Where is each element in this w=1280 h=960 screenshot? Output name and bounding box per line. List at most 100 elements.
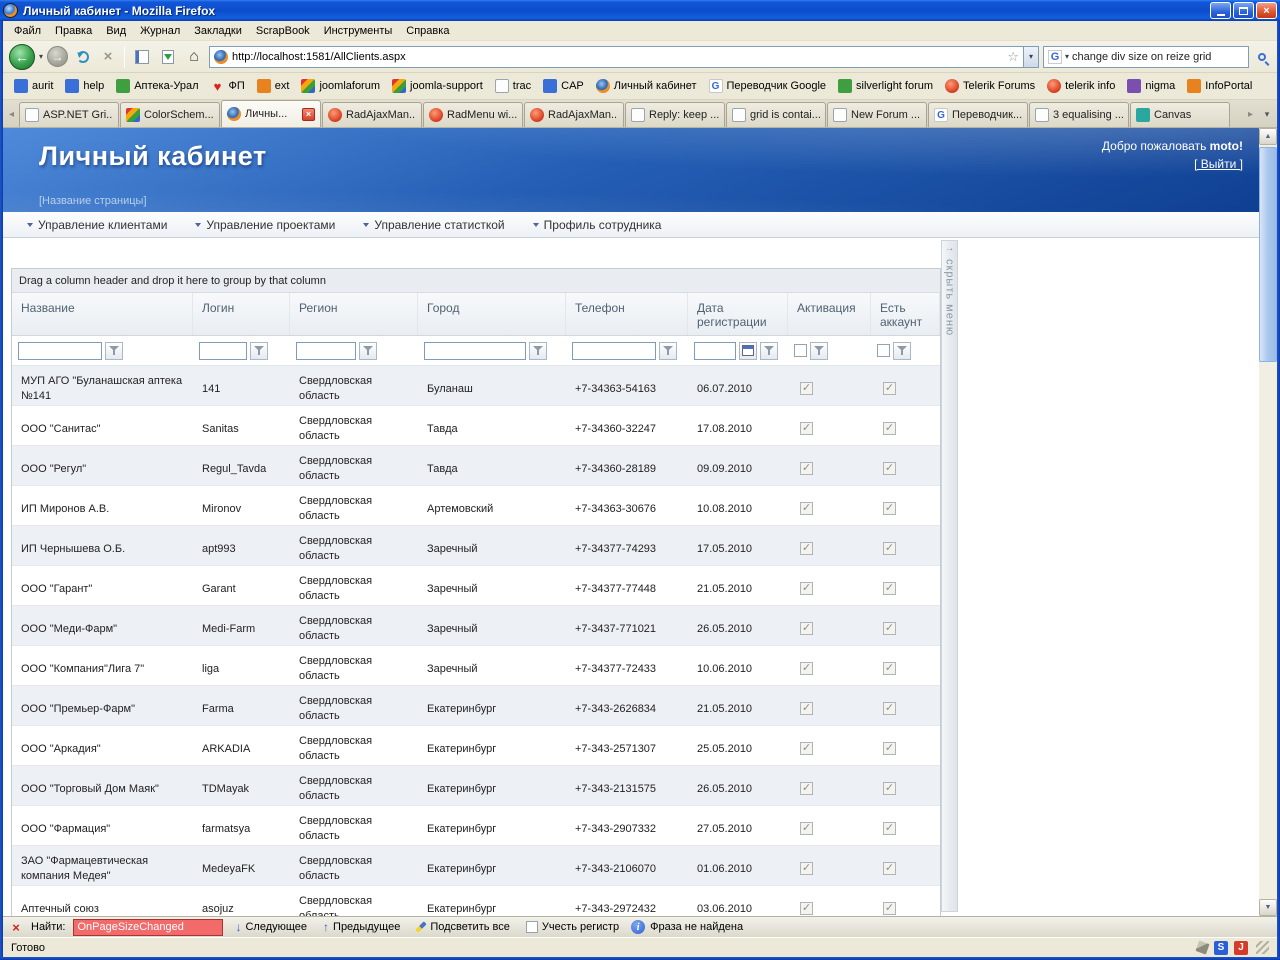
table-row[interactable]: ООО "Регул" Regul_Tavda Свердловская облас… — [12, 446, 940, 486]
table-row[interactable]: ИП Миронов А.В. Mironov Свердловская облас… — [12, 486, 940, 526]
column-header[interactable]: Город — [418, 293, 566, 335]
filter-input[interactable] — [424, 341, 526, 360]
bookmark-star-icon[interactable]: ☆ — [1007, 49, 1019, 65]
vertical-scrollbar[interactable]: ▲ ▼ — [1259, 128, 1277, 916]
bookmark-item[interactable]: Telerik Forums — [940, 77, 1040, 95]
table-row[interactable]: ООО "Компания"Лига 7" liga Свердловская об… — [12, 646, 940, 686]
tab[interactable]: Переводчик... — [928, 102, 1028, 127]
column-header[interactable]: Активация — [788, 293, 871, 335]
page-menu-item[interactable]: Управление клиентами — [13, 212, 181, 237]
bookmark-item[interactable]: aurit — [9, 77, 58, 95]
bookmark-item[interactable]: Аптека-Урал — [111, 77, 203, 95]
forward-button[interactable]: → — [47, 46, 69, 67]
status-scrapbook-icon[interactable]: S — [1214, 940, 1228, 955]
filter-checkbox[interactable] — [877, 344, 890, 357]
table-row[interactable]: ООО "Аркадия" ARKADIA Свердловская область… — [12, 726, 940, 766]
bookmark-item[interactable]: help — [60, 77, 109, 95]
table-row[interactable]: ООО "Санитас" Sanitas Свердловская область… — [12, 406, 940, 446]
menubar-item[interactable]: Правка — [48, 23, 99, 39]
tab-close-button[interactable]: × — [302, 107, 315, 121]
filter-button[interactable] — [529, 341, 547, 360]
search-input[interactable] — [1072, 50, 1244, 63]
reload-button[interactable] — [72, 46, 94, 68]
bookmark-item[interactable]: InfoPortal — [1182, 77, 1257, 95]
match-case-checkbox[interactable]: Учесть регистр — [522, 920, 623, 934]
url-bar[interactable]: ☆ — [209, 45, 1024, 68]
scroll-down-button[interactable]: ▼ — [1259, 899, 1277, 916]
table-row[interactable]: ООО "Гарант" Garant Свердловская область За… — [12, 566, 940, 606]
tab[interactable]: Личны... × — [221, 100, 321, 127]
bookmark-item[interactable]: ФП — [206, 77, 250, 95]
table-row[interactable]: ЗАО "Фармацевтическая компания Медея" Med… — [12, 846, 940, 886]
highlight-all-button[interactable]: Подсветить все — [412, 920, 514, 934]
filter-input[interactable] — [572, 341, 656, 360]
find-input[interactable] — [73, 918, 224, 936]
column-header[interactable]: Регион — [290, 293, 418, 335]
bookmark-item[interactable]: Личный кабинет — [591, 77, 702, 95]
column-header[interactable]: Есть аккаунт — [871, 293, 940, 335]
column-header[interactable]: Телефон — [566, 293, 688, 335]
column-header[interactable]: Название — [12, 293, 193, 335]
menubar-item[interactable]: Закладки — [187, 23, 249, 39]
url-input[interactable] — [232, 50, 1004, 63]
search-engine-dropdown[interactable]: ▾ — [1065, 52, 1069, 61]
filter-checkbox[interactable] — [794, 344, 807, 357]
status-addon-icon[interactable]: J — [1234, 940, 1248, 955]
page-menu-item[interactable]: Профиль сотрудника — [519, 212, 676, 237]
filter-button[interactable] — [810, 341, 828, 360]
search-bar[interactable]: G ▾ — [1043, 45, 1249, 68]
menubar-item[interactable]: Инструменты — [317, 23, 400, 39]
table-row[interactable]: ООО "Фармация" farmatsya Свердловская обла… — [12, 806, 940, 846]
back-history-dropdown[interactable]: ▾ — [39, 52, 43, 61]
filter-button[interactable] — [760, 341, 778, 360]
table-row[interactable]: МУП АГО "Буланашская аптека №141 141 Сверд… — [12, 366, 940, 406]
close-button[interactable]: × — [1256, 2, 1277, 19]
bookmark-item[interactable]: Переводчик Google — [704, 77, 832, 95]
tab-scroll-right-button[interactable]: ▸ — [1243, 102, 1258, 127]
tab-list-dropdown[interactable]: ▾ — [1258, 102, 1276, 127]
menubar-item[interactable]: Вид — [99, 23, 133, 39]
home-button[interactable]: ⌂ — [183, 46, 205, 68]
find-next-button[interactable]: ↓ Следующее — [231, 920, 311, 934]
filter-button[interactable] — [105, 341, 123, 360]
url-history-dropdown[interactable]: ▾ — [1024, 45, 1039, 68]
scroll-thumb[interactable] — [1259, 147, 1277, 362]
menubar-item[interactable]: Справка — [399, 23, 456, 39]
filter-input[interactable] — [296, 341, 356, 360]
logout-link[interactable]: [ Выйти ] — [1194, 157, 1243, 171]
checkbox[interactable] — [525, 921, 538, 933]
filter-button[interactable] — [359, 341, 377, 360]
tab[interactable]: 3 equalising ... — [1029, 102, 1129, 127]
maximize-button[interactable] — [1233, 2, 1254, 19]
table-row[interactable]: ООО "Меди-Фарм" Medi-Farm Свердловская обл… — [12, 606, 940, 646]
page-menu-item[interactable]: Управление статисткой — [349, 212, 518, 237]
minimize-button[interactable] — [1210, 2, 1231, 19]
tab[interactable]: New Forum ... — [827, 102, 927, 127]
bookmark-item[interactable]: telerik info — [1042, 77, 1120, 95]
table-row[interactable]: Аптечный союз asojuz Свердловская область Е… — [12, 886, 940, 916]
filter-button[interactable] — [659, 341, 677, 360]
bookmark-item[interactable]: CAP — [538, 77, 589, 95]
bookmark-item[interactable]: ext — [252, 77, 295, 95]
tab[interactable]: ColorSchem... — [120, 102, 220, 127]
bookmark-item[interactable]: silverlight forum — [833, 77, 938, 95]
status-pencil-icon[interactable] — [1195, 940, 1210, 955]
page-menu-item[interactable]: Управление проектами — [181, 212, 349, 237]
resize-grip[interactable] — [1256, 941, 1269, 954]
tab-scroll-left-button[interactable]: ◂ — [4, 102, 19, 127]
filter-button[interactable] — [893, 341, 911, 360]
tab[interactable]: RadMenu wi... — [423, 102, 523, 127]
column-header[interactable]: Дата регистрации — [688, 293, 788, 335]
tab[interactable]: ASP.NET Gri... — [19, 102, 119, 127]
menubar-item[interactable]: ScrapBook — [249, 23, 317, 39]
bookmark-item[interactable]: trac — [490, 77, 536, 95]
filter-input[interactable] — [694, 341, 736, 360]
table-row[interactable]: ООО "Премьер-Фарм" Farma Свердловская обла… — [12, 686, 940, 726]
bookmark-item[interactable]: joomlaforum — [296, 77, 385, 95]
table-row[interactable]: ИП Чернышева О.Б. apt993 Свердловская обла… — [12, 526, 940, 566]
column-header[interactable]: Логин — [193, 293, 290, 335]
tab[interactable]: RadAjaxMan... — [322, 102, 422, 127]
scroll-up-button[interactable]: ▲ — [1259, 128, 1277, 145]
stop-button[interactable]: × — [98, 48, 118, 65]
save-page-button[interactable] — [157, 46, 179, 68]
